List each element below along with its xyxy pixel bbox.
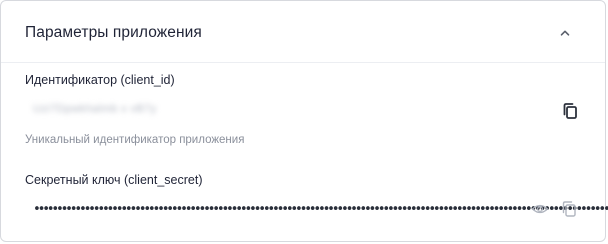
- copy-icon: [563, 103, 577, 119]
- client-secret-field[interactable]: ••••••••••••••••••••••••••••••••••••••••…: [25, 194, 608, 226]
- chevron-up-icon: [560, 30, 570, 36]
- client-secret-masked-value: ••••••••••••••••••••••••••••••••••••••••…: [33, 202, 608, 217]
- show-secret-button[interactable]: [529, 198, 551, 220]
- client-secret-label: Секретный ключ (client_secret): [25, 173, 203, 187]
- client-id-value: Uzi7Dpwkhalmb x vB7y: [33, 103, 157, 115]
- eye-icon: [531, 204, 549, 214]
- collapse-button[interactable]: [553, 21, 577, 45]
- client-secret-copy-button[interactable]: [558, 198, 580, 220]
- client-id-hint: Уникальный идентификатор приложения: [25, 134, 245, 146]
- copy-icon: [562, 201, 576, 217]
- client-id-field[interactable]: Uzi7Dpwkhalmb x vB7y: [25, 95, 585, 127]
- section-header[interactable]: Параметры приложения: [1, 1, 607, 63]
- section-title: Параметры приложения: [25, 24, 202, 41]
- app-settings-card: Параметры приложения Идентификатор (clie…: [0, 0, 608, 242]
- header-divider: [1, 62, 605, 63]
- client-id-copy-button[interactable]: [559, 100, 581, 122]
- client-id-label: Идентификатор (client_id): [25, 73, 175, 87]
